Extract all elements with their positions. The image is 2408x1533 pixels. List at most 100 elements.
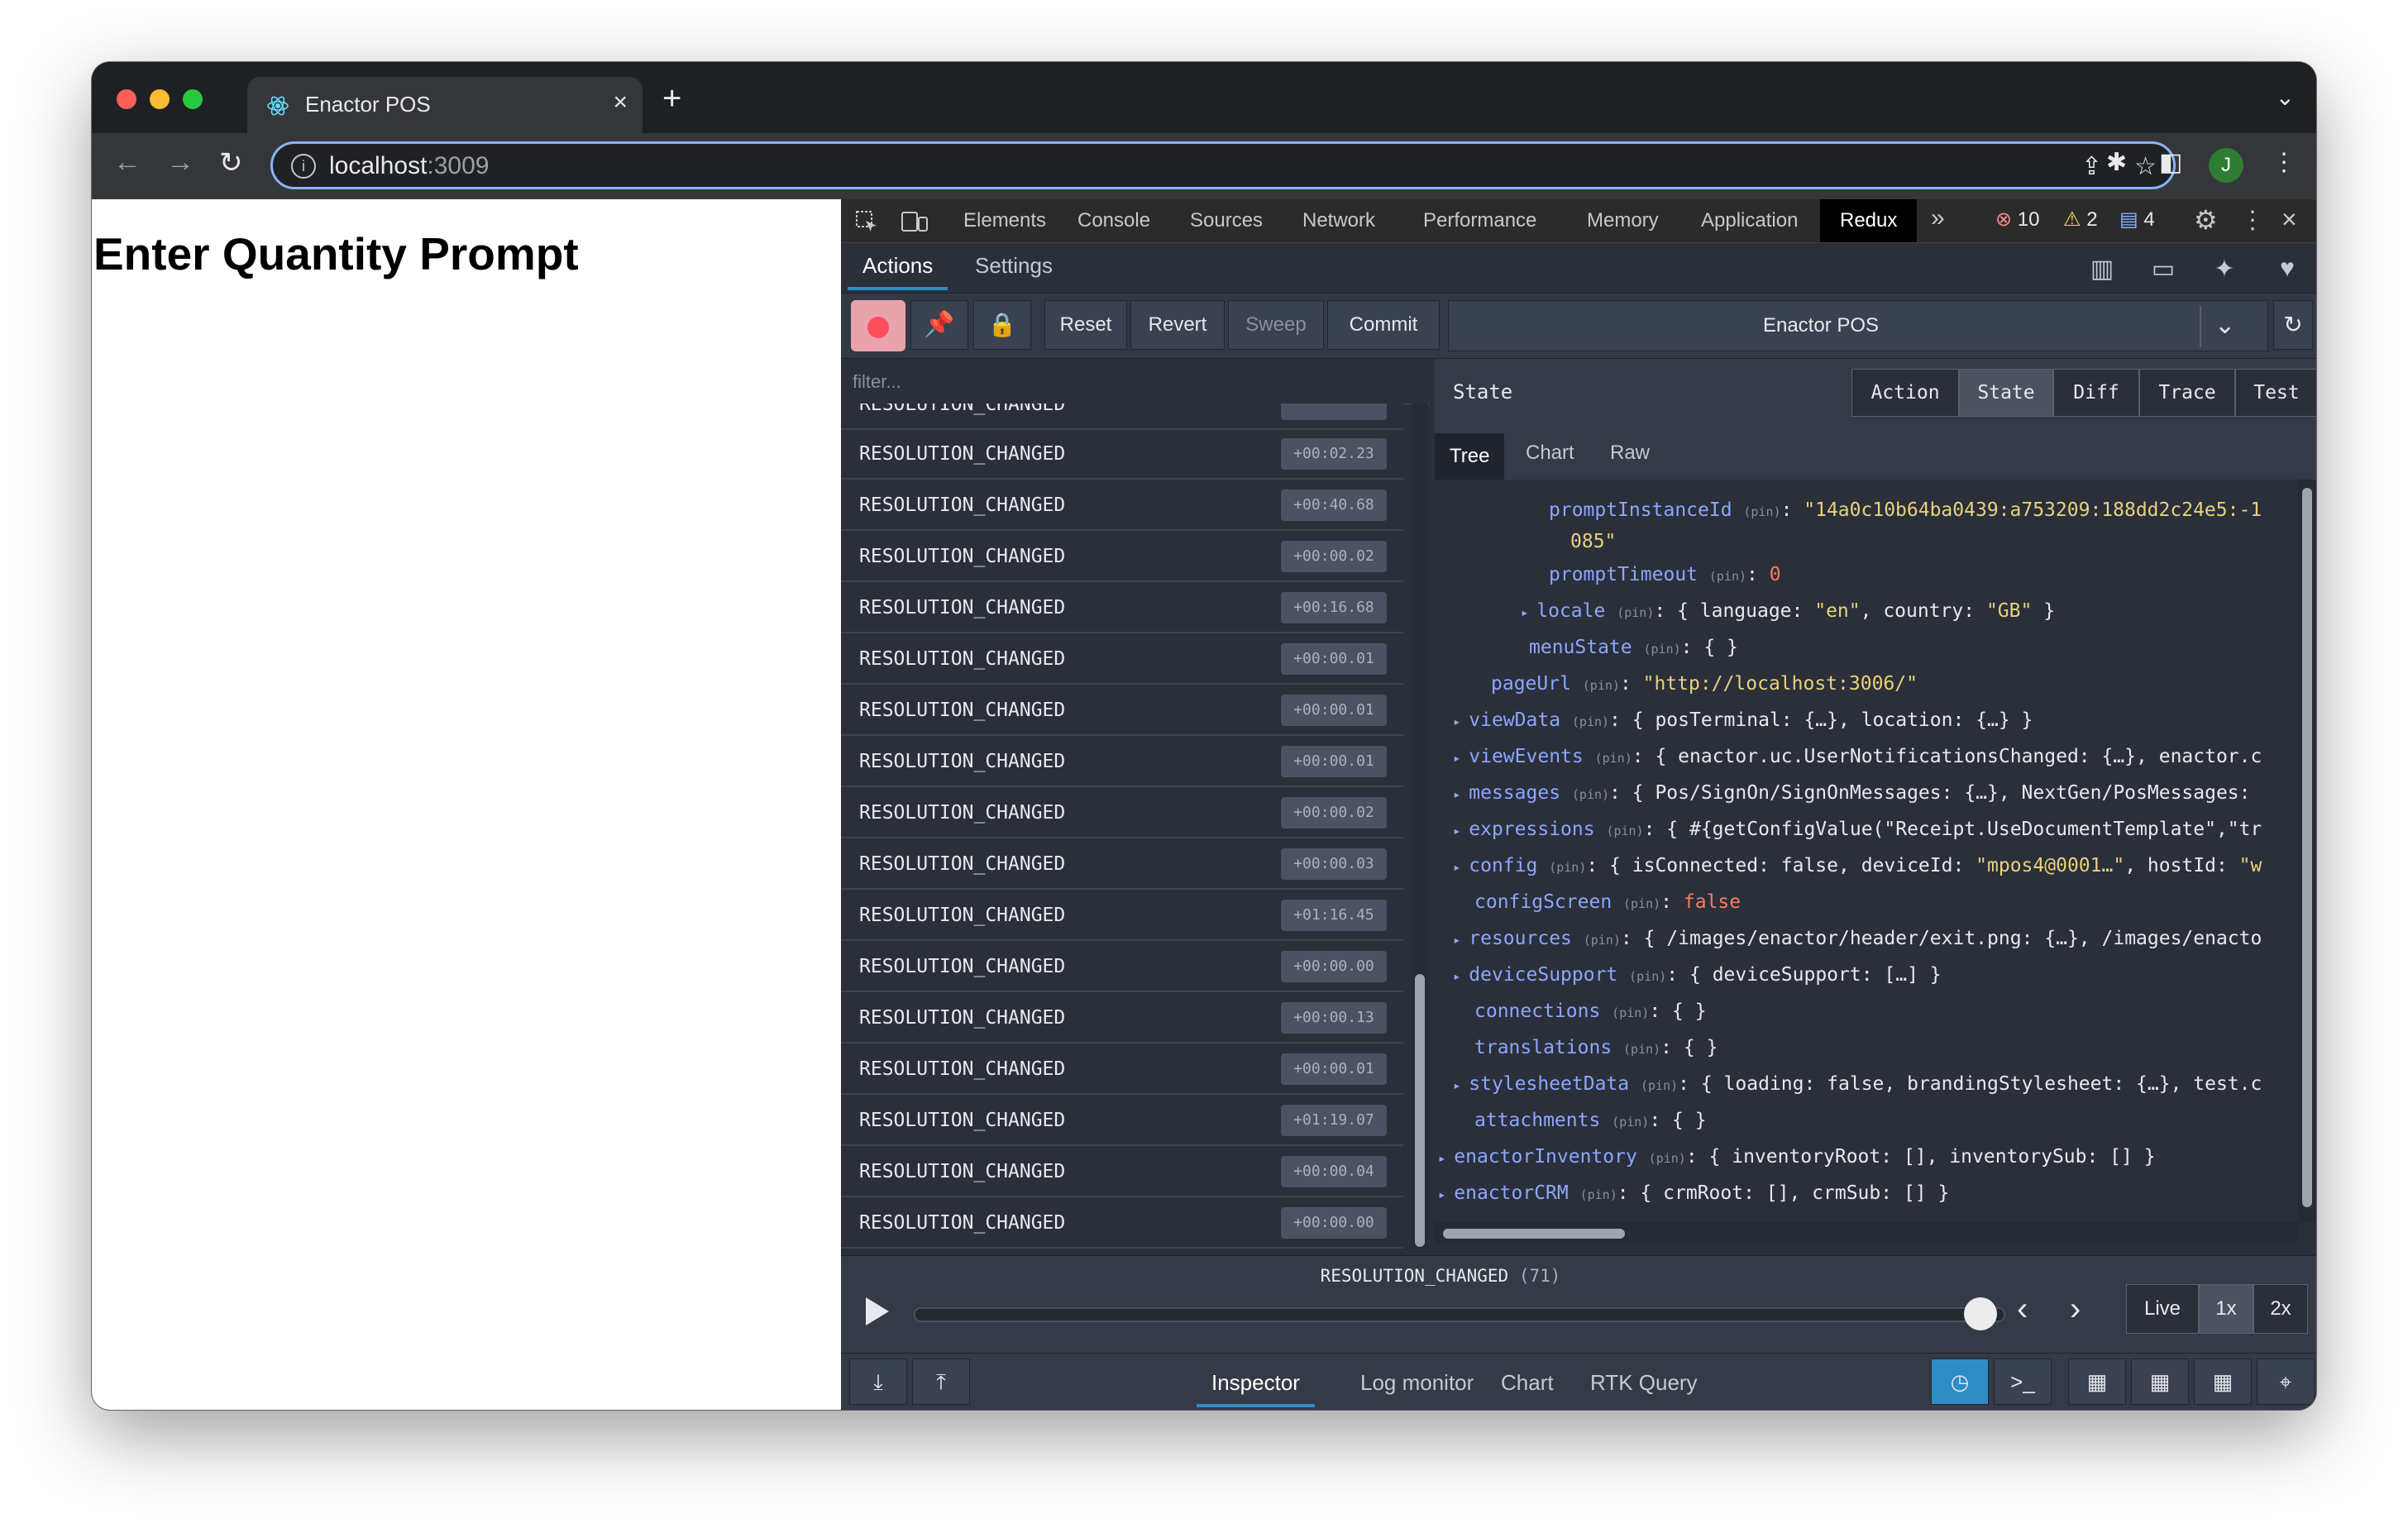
tree-node[interactable]: ▸ deviceSupport (pin): { deviceSupport: … <box>1453 964 1942 986</box>
expand-arrow-icon[interactable]: ▸ <box>1453 859 1469 875</box>
speed-live[interactable]: Live <box>2126 1284 2199 1334</box>
inspect-element-icon[interactable] <box>854 209 879 234</box>
dock-right-icon[interactable]: ▦ <box>2131 1359 2189 1405</box>
timer-icon[interactable]: ◷ <box>1931 1359 1989 1405</box>
warnings-badge[interactable]: ⚠ 2 <box>2063 206 2098 234</box>
list-item[interactable]: RESOLUTION_CHANGED +00:02.23 <box>841 430 1403 480</box>
commit-button[interactable]: Commit <box>1327 300 1440 350</box>
expand-arrow-icon[interactable]: ▸ <box>1453 1077 1469 1093</box>
play-icon[interactable] <box>866 1297 889 1325</box>
tab-memory[interactable]: Memory <box>1587 209 1659 232</box>
pin-label[interactable]: (pin) <box>1641 1078 1678 1093</box>
more-options-icon[interactable]: ⋮ <box>2240 206 2265 235</box>
twitter-icon[interactable]: ✦ <box>2195 255 2253 288</box>
tab-settings[interactable]: Settings <box>975 253 1053 279</box>
pin-label[interactable]: (pin) <box>1583 678 1620 693</box>
chrome-menu-icon[interactable]: ⋮ <box>2272 148 2296 177</box>
site-info-icon[interactable]: i <box>291 154 316 179</box>
expand-arrow-icon[interactable]: ▸ <box>1453 823 1469 838</box>
sweep-button[interactable]: Sweep <box>1228 300 1324 350</box>
reset-button[interactable]: Reset <box>1044 300 1127 350</box>
list-item[interactable]: RESOLUTION_CHANGED +00:00.13 <box>841 994 1403 1043</box>
new-tab-button[interactable]: + <box>662 80 681 117</box>
tree-node[interactable]: ▸ config (pin): { isConnected: false, de… <box>1453 855 2262 876</box>
list-item[interactable]: RESOLUTION_CHANGED <box>841 404 1403 430</box>
expand-arrow-icon[interactable]: ▸ <box>1438 1150 1454 1166</box>
record-button[interactable] <box>851 300 905 351</box>
pin-label[interactable]: (pin) <box>1595 751 1632 766</box>
browser-tab[interactable]: Enactor POS × <box>247 77 643 133</box>
pin-label[interactable]: (pin) <box>1743 504 1780 519</box>
tab-test[interactable]: Test <box>2235 369 2316 417</box>
pin-label[interactable]: (pin) <box>1709 569 1746 584</box>
tab-raw[interactable]: Raw <box>1610 442 1650 465</box>
list-item[interactable]: RESOLUTION_CHANGED +00:00.03 <box>841 840 1403 890</box>
tree-node[interactable]: ▸ expressions (pin): { #{getConfigValue(… <box>1453 819 2262 840</box>
pin-label[interactable]: (pin) <box>1629 969 1666 984</box>
tree-node[interactable]: ▸ stylesheetData (pin): { loading: false… <box>1453 1073 2262 1095</box>
tree-node[interactable]: ▸ viewData (pin): { posTerminal: {…}, lo… <box>1453 709 2033 731</box>
scrollbar-thumb[interactable] <box>1415 974 1425 1247</box>
feedback-chat-icon[interactable]: ▭ <box>2134 255 2192 288</box>
close-window-button[interactable] <box>117 89 136 109</box>
tree-node[interactable]: ▸ resources (pin): { /images/enactor/hea… <box>1453 928 2262 949</box>
address-bar[interactable]: i localhost:3009 ⇪ ☆ <box>270 141 2176 189</box>
tab-application[interactable]: Application <box>1701 209 1798 232</box>
pin-label[interactable]: (pin) <box>1549 860 1586 875</box>
list-item[interactable]: RESOLUTION_CHANGED +01:19.07 <box>841 1096 1403 1146</box>
side-panel-icon[interactable]: ◧ <box>2159 148 2182 177</box>
tab-state[interactable]: State <box>1959 369 2053 417</box>
state-tree-scrollbar[interactable] <box>2298 480 2316 1222</box>
expand-arrow-icon[interactable]: ▸ <box>1453 932 1469 948</box>
pin-label[interactable]: (pin) <box>1623 1042 1660 1057</box>
dock-left-icon[interactable]: ▦ <box>2068 1359 2126 1405</box>
revert-button[interactable]: Revert <box>1130 300 1225 350</box>
tab-chart-monitor[interactable]: Chart <box>1501 1370 1554 1396</box>
share-icon[interactable]: ⇪ <box>2081 152 2102 181</box>
reload-button[interactable]: ↻ <box>219 146 243 179</box>
export-icon[interactable]: ⤒ <box>912 1359 970 1405</box>
persist-pin-icon[interactable]: 📌 <box>910 300 968 350</box>
tab-rtk-query[interactable]: RTK Query <box>1590 1370 1698 1396</box>
chevron-down-icon[interactable]: ⌄ <box>2214 311 2235 340</box>
list-item[interactable]: RESOLUTION_CHANGED +00:40.68 <box>841 481 1403 531</box>
remote-broadcast-icon[interactable]: ⌖ <box>2257 1359 2315 1405</box>
pin-label[interactable]: (pin) <box>1623 896 1660 911</box>
tab-diff[interactable]: Diff <box>2053 369 2139 417</box>
tab-action[interactable]: Action <box>1851 369 1959 417</box>
tab-tree[interactable]: Tree <box>1435 433 1505 480</box>
docs-book-icon[interactable]: ▥ <box>2073 255 2131 288</box>
tab-sources[interactable]: Sources <box>1190 209 1263 232</box>
tab-redux[interactable]: Redux <box>1820 199 1918 242</box>
list-item[interactable]: RESOLUTION_CHANGED +00:00.01 <box>841 738 1403 787</box>
profile-avatar[interactable]: J <box>2209 148 2243 183</box>
tab-chart[interactable]: Chart <box>1526 442 1574 465</box>
tree-node[interactable]: ▸ enactorInventory (pin): { inventoryRoo… <box>1438 1146 2156 1168</box>
close-tab-icon[interactable]: × <box>613 88 628 117</box>
timeline-track[interactable] <box>914 1307 2005 1322</box>
tab-log-monitor[interactable]: Log monitor <box>1360 1370 1474 1396</box>
timeline-slider-handle[interactable] <box>1963 1297 1997 1330</box>
expand-arrow-icon[interactable]: ▸ <box>1453 714 1469 729</box>
list-item[interactable]: RESOLUTION_CHANGED +00:00.02 <box>841 532 1403 582</box>
tab-elements[interactable]: Elements <box>963 209 1046 232</box>
list-item[interactable]: RESOLUTION_CHANGED +00:16.68 <box>841 584 1403 633</box>
tree-node[interactable]: ▸ viewEvents (pin): { enactor.uc.UserNot… <box>1453 746 2262 767</box>
expand-arrow-icon[interactable]: ▸ <box>1453 968 1469 984</box>
errors-badge[interactable]: ⊗ 10 <box>1995 206 2039 234</box>
expand-arrow-icon[interactable]: ▸ <box>1521 604 1536 620</box>
pin-label[interactable]: (pin) <box>1612 1005 1649 1020</box>
minimize-window-button[interactable] <box>150 89 170 109</box>
tab-network[interactable]: Network <box>1302 209 1375 232</box>
sponsor-heart-icon[interactable]: ♥ <box>2258 255 2316 288</box>
forward-button[interactable]: → <box>166 146 194 179</box>
step-back-chevron-icon[interactable]: ‹ <box>2017 1291 2028 1328</box>
device-toolbar-icon[interactable] <box>901 209 929 234</box>
pin-label[interactable]: (pin) <box>1580 1187 1617 1202</box>
tab-search-chevron-icon[interactable]: ⌄ <box>2276 84 2295 111</box>
pin-label[interactable]: (pin) <box>1612 1115 1649 1129</box>
list-item[interactable]: RESOLUTION_CHANGED +00:00.00 <box>841 1199 1403 1249</box>
sync-refresh-icon[interactable]: ↻ <box>2273 300 2313 350</box>
zoom-window-button[interactable] <box>183 89 203 109</box>
pin-label[interactable]: (pin) <box>1606 824 1643 838</box>
